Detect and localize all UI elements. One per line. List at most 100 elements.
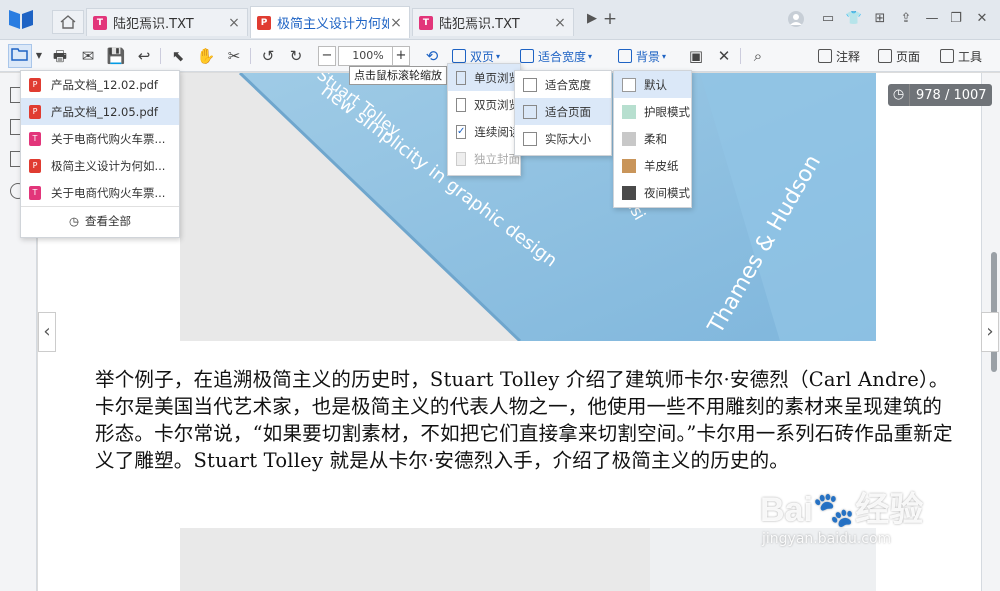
fit-page-option[interactable]: 适合页面 [515,98,611,125]
cut-icon[interactable]: ✂ [222,44,246,68]
actual-size-icon [523,131,537,146]
body-paragraph: 举个例子，在追溯极简主义的历史时，Stuart Tolley 介绍了建筑师卡尔·… [95,368,953,472]
recent-file-item[interactable]: P 产品文档_12.02.pdf [21,71,179,98]
pdf-file-icon: P [257,15,271,30]
fit-width-icon [520,49,534,63]
share-back-icon[interactable]: ↩ [132,44,156,68]
option-label: 护眼模式 [644,104,690,119]
option-label: 默认 [644,77,667,92]
page-grid-icon [878,49,892,63]
close-tab-icon[interactable]: × [553,15,567,31]
folder-icon [11,48,28,61]
home-button[interactable] [52,10,84,34]
bg-eye-care-option[interactable]: 护眼模式 [614,98,691,125]
color-swatch [622,158,636,173]
open-dropdown-icon[interactable]: ▼ [34,44,44,68]
tools-icon [940,49,954,63]
bg-night-option[interactable]: 夜间模式 [614,179,691,206]
save-icon[interactable]: 💾 [104,44,128,68]
pdf-file-icon: P [29,158,41,173]
page-button[interactable]: 页面 [878,46,920,66]
recent-file-item[interactable]: T 关于电商代购火车票... [21,125,179,152]
view-all-label: 查看全部 [85,213,132,228]
hand-tool-icon[interactable]: ✋ [194,44,218,68]
history-clock-icon[interactable]: ◷ [888,84,910,106]
standalone-cover-option: 独立封面 [448,145,520,172]
tab-txt-2[interactable]: T 陆犯焉识.TXT × [412,8,574,36]
annotate-button[interactable]: 注释 [818,46,860,66]
prev-page-button[interactable]: ‹ [38,312,56,352]
color-swatch [622,104,636,119]
mail-icon[interactable]: ✉ [76,44,100,68]
rotate-view-icon[interactable]: ⟲ [420,44,444,68]
bg-soft-option[interactable]: 柔和 [614,125,691,152]
page-label: 页面 [896,49,921,64]
fit-width-label: 适合宽度 [538,49,587,64]
zoom-out-button[interactable]: − [318,46,336,66]
page-counter: ◷ 978 / 1007 [888,84,992,106]
background-button[interactable]: 背景 ▾ [618,46,666,66]
option-label: 羊皮纸 [644,158,679,173]
select-cursor-icon[interactable]: ⬉ [166,44,190,68]
slideshow-icon[interactable]: ▣ [684,44,708,68]
close-tab-icon[interactable]: × [227,15,241,31]
user-avatar-icon[interactable] [786,10,806,28]
minimize-icon[interactable]: — [922,10,942,28]
fit-width-icon [523,77,537,92]
double-page-label: 双页 [470,49,495,64]
bg-default-option[interactable]: 默认 [614,71,691,98]
tab-bar: T 陆犯焉识.TXT × P 极简主义设计为何如 × T 陆犯焉识.TXT × … [0,0,1000,40]
color-swatch [622,185,636,200]
single-page-option[interactable]: 单页浏览 [448,64,520,91]
option-label: 夜间模式 [644,185,690,200]
fit-width-button[interactable]: 适合宽度 ▾ [520,46,592,66]
zoom-level-input[interactable]: 100% [338,46,398,66]
background-icon [618,49,632,63]
txt-file-icon: T [29,131,41,146]
restore-icon[interactable]: ❐ [946,10,966,28]
annotate-icon [818,49,832,63]
divider [250,48,251,64]
bg-parchment-option[interactable]: 羊皮纸 [614,152,691,179]
double-page-option[interactable]: 双页浏览 [448,91,520,118]
tab-label: 陆犯焉识.TXT [113,17,194,32]
option-label: 实际大小 [545,131,591,146]
new-tab-button[interactable]: + [600,10,620,28]
continuous-read-option[interactable]: ✓ 连续阅读 [448,118,520,145]
recent-file-name: 产品文档_12.05.pdf [51,104,158,119]
print-icon[interactable]: 🖶 [48,44,72,68]
undo-icon[interactable]: ↺ [256,44,280,68]
color-swatch [622,131,636,146]
upload-icon[interactable]: ⇪ [896,10,916,28]
close-tab-icon[interactable]: × [389,15,403,31]
double-page-icon [452,49,466,63]
zoom-in-button[interactable]: + [392,46,410,66]
view-all-button[interactable]: ◷ 查看全部 [21,206,179,234]
recent-file-item[interactable]: P 极简主义设计为何如... [21,152,179,179]
close-window-icon[interactable]: ✕ [972,10,992,28]
page-counter-text: 978 / 1007 [916,87,987,103]
tab-pdf-active[interactable]: P 极简主义设计为何如 × [250,6,410,38]
option-label: 适合宽度 [545,77,591,92]
watermark-url: jingyan.baidu.com [762,531,892,547]
divider [160,48,161,64]
redo-icon[interactable]: ↻ [284,44,308,68]
tab-scroll-right-icon[interactable]: ▶ [582,10,602,28]
single-page-icon [456,70,466,85]
fullscreen-icon[interactable]: ✕ [712,44,736,68]
actual-size-option[interactable]: 实际大小 [515,125,611,152]
recent-file-item[interactable]: P 产品文档_12.05.pdf [21,98,179,125]
app-logo-icon [9,10,33,29]
recent-file-name: 关于电商代购火车票... [51,131,166,146]
recent-file-item[interactable]: T 关于电商代购火车票... [21,179,179,206]
pdf-file-icon: P [29,104,41,119]
apps-grid-icon[interactable]: ⊞ [870,10,890,28]
skin-shirt-icon[interactable]: 👕 [844,10,864,28]
fit-width-option[interactable]: 适合宽度 [515,71,611,98]
feedback-icon[interactable]: ▭ [818,10,838,28]
open-folder-button[interactable] [8,44,32,68]
next-page-button[interactable]: › [981,312,999,352]
search-icon[interactable]: ⌕ [746,44,770,68]
tab-txt-1[interactable]: T 陆犯焉识.TXT × [86,8,248,36]
tools-button[interactable]: 工具 [940,46,982,66]
